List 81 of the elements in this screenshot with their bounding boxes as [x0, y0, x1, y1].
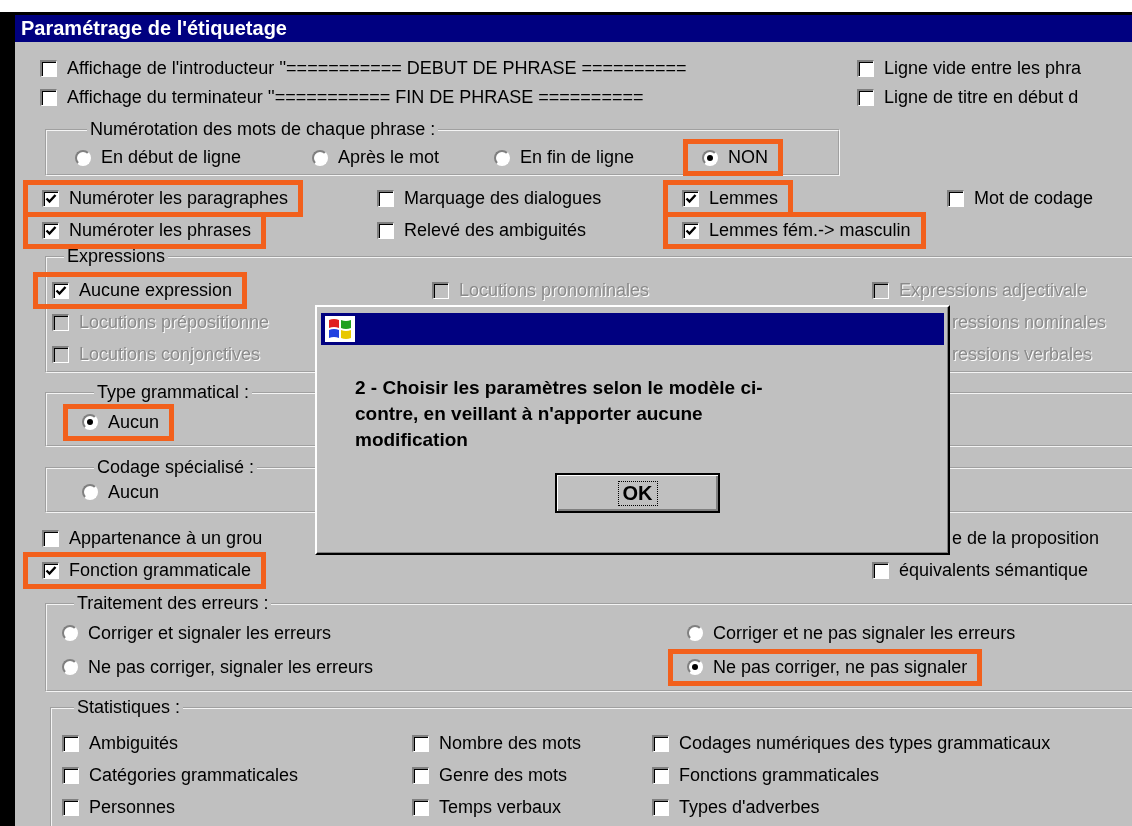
group-label: Codage spécialisé :	[96, 457, 256, 478]
checkbox-option[interactable]: Fonctions grammaticales	[652, 764, 880, 786]
checkbox[interactable]	[377, 189, 394, 207]
checkbox-option[interactable]: Mot de codage	[947, 187, 1094, 209]
group-label: Numérotation des mots de chaque phrase :	[89, 119, 437, 140]
radio-option[interactable]: Ne pas corriger, ne pas signaler	[687, 656, 968, 678]
group-label: Traitement des erreurs :	[76, 593, 270, 614]
checkbox-option[interactable]: Genre des mots	[412, 764, 568, 786]
checkbox[interactable]	[62, 798, 79, 816]
checkbox-option[interactable]: Temps verbaux	[412, 796, 562, 818]
checkbox-option[interactable]: Personnes	[62, 796, 176, 818]
checkbox[interactable]	[682, 189, 699, 207]
checkbox[interactable]	[40, 89, 57, 106]
radio-option[interactable]: En début de ligne	[75, 147, 242, 168]
window-title: Paramétrage de l'étiquetage	[21, 17, 287, 39]
radio-button[interactable]	[687, 659, 703, 675]
checkbox-option[interactable]: Ligne de titre en début d	[857, 87, 1079, 108]
checkbox[interactable]	[652, 798, 669, 816]
ok-button[interactable]: OK	[555, 473, 720, 513]
checkbox[interactable]	[872, 561, 889, 579]
checkbox[interactable]	[40, 60, 57, 77]
radio-option[interactable]: Après le mot	[312, 147, 440, 168]
option-label: e de la proposition	[952, 527, 1100, 549]
checkbox-option[interactable]: Nombre des mots	[412, 732, 582, 754]
radio-button[interactable]	[702, 149, 718, 166]
group-label: Type grammatical :	[96, 382, 251, 403]
checkbox[interactable]	[62, 766, 79, 784]
radio-option[interactable]: Corriger et ne pas signaler les erreurs	[687, 622, 1016, 644]
checkbox[interactable]	[42, 189, 59, 207]
checkbox[interactable]	[412, 798, 429, 816]
dialog-message: 2 - Choisir les paramètres selon le modèle ci-contre, en veillant à n'apporter aucune modification	[355, 376, 764, 452]
checkbox[interactable]	[377, 221, 394, 239]
checkbox-option[interactable]: Affichage de l'introducteur ''=========== DEBUT DE PHRASE ==========	[40, 58, 687, 79]
checkbox[interactable]	[412, 734, 429, 752]
checkbox[interactable]	[62, 734, 79, 752]
checkbox-option[interactable]: Codages numériques des types grammaticaux	[652, 732, 1051, 754]
checkbox-option[interactable]: Numéroter les phrases	[42, 219, 252, 241]
radio-button[interactable]	[75, 149, 91, 166]
checkbox[interactable]	[412, 766, 429, 784]
checkbox-option[interactable]: Types d'adverbes	[652, 796, 820, 818]
group-label: Expressions	[66, 246, 167, 267]
radio-option[interactable]: En fin de ligne	[494, 147, 635, 168]
checkbox-option[interactable]: Relevé des ambiguités	[377, 219, 587, 241]
radio-button[interactable]	[62, 659, 78, 675]
checkbox[interactable]	[857, 89, 874, 106]
checkbox-option[interactable]: Lemmes	[682, 187, 779, 209]
checkbox[interactable]	[652, 766, 669, 784]
checkbox-option[interactable]: Appartenance à un grou	[42, 527, 263, 549]
radio-button[interactable]	[687, 625, 703, 641]
radio-option[interactable]: Corriger et signaler les erreurs	[62, 622, 332, 644]
checkbox-option[interactable]: Ligne vide entre les phra	[857, 58, 1082, 79]
checkbox[interactable]	[682, 221, 699, 239]
option-label: ressions verbales	[952, 343, 1093, 365]
radio-button[interactable]	[82, 484, 98, 500]
checkbox-option[interactable]: Marquage des dialogues	[377, 187, 602, 209]
checkbox[interactable]	[857, 60, 874, 77]
checkbox[interactable]	[42, 561, 59, 579]
checkbox-option[interactable]: Catégories grammaticales	[62, 764, 299, 786]
radio-button[interactable]	[62, 625, 78, 641]
checkbox-option[interactable]: Affichage du terminateur ''=========== FIN DE PHRASE ==========	[40, 87, 644, 108]
radio-option[interactable]: NON	[702, 147, 768, 168]
radio-button[interactable]	[494, 149, 510, 166]
group-label: Statistiques :	[76, 697, 182, 718]
checkbox[interactable]	[52, 281, 69, 299]
flag-icon	[325, 316, 355, 342]
radio-button[interactable]	[312, 149, 328, 166]
radio-option[interactable]: Aucun	[82, 411, 160, 433]
checkbox[interactable]	[42, 221, 59, 239]
radio-button[interactable]	[82, 414, 98, 430]
checkbox-option[interactable]: équivalents sémantique	[872, 559, 1089, 581]
checkbox-option[interactable]: Fonction grammaticale	[42, 559, 252, 581]
checkbox[interactable]	[42, 529, 59, 547]
checkbox[interactable]	[652, 734, 669, 752]
checkbox-option[interactable]: Ambiguités	[62, 732, 179, 754]
checkbox-option[interactable]: Numéroter les paragraphes	[42, 187, 289, 209]
checkbox-option[interactable]: Aucune expression	[52, 279, 233, 301]
option-label: ressions nominales	[952, 311, 1107, 333]
radio-option[interactable]: Aucun	[82, 481, 160, 503]
checkbox-option[interactable]: Lemmes fém.-> masculin	[682, 219, 911, 241]
radio-option[interactable]: Ne pas corriger, signaler les erreurs	[62, 656, 374, 678]
checkbox[interactable]	[947, 189, 964, 207]
